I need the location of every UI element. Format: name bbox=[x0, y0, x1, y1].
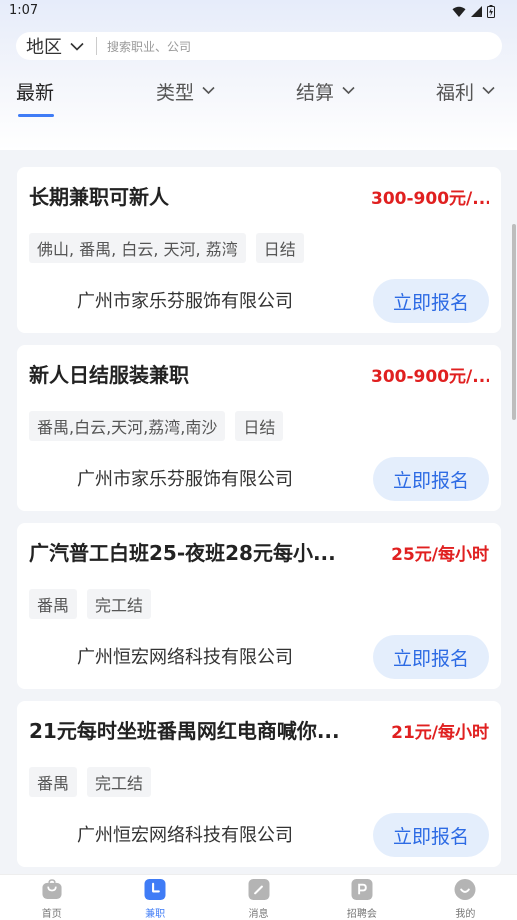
nav-profile-label: 我的 bbox=[455, 909, 476, 920]
chevron-down-icon bbox=[342, 86, 355, 95]
tab-type-label: 类型 bbox=[156, 82, 195, 104]
filter-tabs: 最新 类型 结算 福利 bbox=[0, 78, 517, 120]
wifi-icon bbox=[452, 6, 466, 17]
tab-type[interactable]: 类型 bbox=[156, 78, 215, 120]
company-name: 广州市家乐芬服饰有限公司 bbox=[77, 469, 293, 490]
message-edit-icon bbox=[248, 879, 270, 900]
job-salary: 300-900元/... bbox=[371, 367, 489, 387]
apply-button[interactable]: 立即报名 bbox=[373, 279, 489, 323]
scrollbar[interactable] bbox=[512, 224, 516, 420]
chevron-down-icon bbox=[482, 86, 495, 95]
job-card[interactable]: 广汽普工白班25-夜班28元每小... 25元/每小时 番禺 完工结 广州恒宏网… bbox=[17, 523, 501, 689]
region-label: 地区 bbox=[26, 37, 62, 58]
profile-smile-icon bbox=[454, 879, 476, 900]
status-icons bbox=[452, 5, 495, 18]
nav-part-time-label: 兼职 bbox=[145, 909, 166, 920]
job-tag-location: 佛山, 番禺, 白云, 天河, 荔湾 bbox=[29, 233, 246, 263]
job-title: 新人日结服装兼职 bbox=[29, 363, 189, 387]
search-input[interactable]: 搜索职业、公司 bbox=[107, 38, 191, 55]
nav-part-time[interactable]: 兼职 bbox=[103, 875, 206, 920]
job-tag-location: 番禺 bbox=[29, 767, 78, 797]
job-salary: 21元/每小时 bbox=[391, 723, 489, 743]
job-tag-location: 番禺 bbox=[29, 589, 78, 619]
job-title: 长期兼职可新人 bbox=[29, 185, 169, 209]
job-tag-settlement: 日结 bbox=[255, 233, 304, 263]
nav-messages[interactable]: 消息 bbox=[207, 875, 310, 920]
header-area: 1:07 地区 搜索职业、公司 最新 类型 结算 福利 bbox=[0, 0, 517, 150]
job-card[interactable]: 21元每时坐班番禺网红电商喊你... 21元/每小时 番禺 完工结 广州恒宏网络… bbox=[17, 701, 501, 867]
tab-welfare-label: 福利 bbox=[436, 82, 475, 104]
job-card[interactable]: 长期兼职可新人 300-900元/... 佛山, 番禺, 白云, 天河, 荔湾 … bbox=[17, 167, 501, 333]
nav-job-fair-label: 招聘会 bbox=[346, 909, 377, 920]
job-salary: 25元/每小时 bbox=[391, 545, 489, 565]
job-tags: 番禺 完工结 bbox=[29, 767, 152, 797]
clock-icon bbox=[144, 879, 166, 900]
nav-home[interactable]: 首页 bbox=[0, 875, 103, 920]
job-tags: 番禺 完工结 bbox=[29, 589, 152, 619]
bottom-nav: 首页 兼职 消息 招聘会 我的 bbox=[0, 874, 517, 920]
home-bag-icon bbox=[42, 879, 62, 900]
company-name: 广州恒宏网络科技有限公司 bbox=[77, 825, 293, 846]
job-salary: 300-900元/... bbox=[371, 189, 489, 209]
tab-latest[interactable]: 最新 bbox=[16, 78, 54, 120]
apply-button[interactable]: 立即报名 bbox=[373, 457, 489, 501]
chevron-down-icon bbox=[202, 86, 215, 95]
battery-icon bbox=[487, 5, 495, 18]
job-tag-settlement: 完工结 bbox=[87, 589, 152, 619]
nav-job-fair[interactable]: 招聘会 bbox=[310, 875, 413, 920]
tab-active-indicator bbox=[18, 114, 54, 117]
search-divider bbox=[96, 37, 97, 55]
job-tag-location: 番禺,白云,天河,荔湾,南沙 bbox=[29, 411, 226, 441]
job-tag-settlement: 完工结 bbox=[87, 767, 152, 797]
chevron-down-icon bbox=[70, 42, 84, 51]
tab-latest-label: 最新 bbox=[16, 82, 55, 104]
tab-settlement[interactable]: 结算 bbox=[296, 78, 355, 120]
search-bar[interactable]: 地区 搜索职业、公司 bbox=[16, 32, 502, 60]
job-card[interactable]: 新人日结服装兼职 300-900元/... 番禺,白云,天河,荔湾,南沙 日结 … bbox=[17, 345, 501, 511]
nav-home-label: 首页 bbox=[41, 909, 62, 920]
job-title: 广汽普工白班25-夜班28元每小... bbox=[29, 541, 336, 565]
signal-icon bbox=[471, 5, 482, 17]
status-bar: 1:07 bbox=[0, 0, 517, 24]
tab-welfare[interactable]: 福利 bbox=[436, 78, 495, 120]
job-title: 21元每时坐班番禺网红电商喊你... bbox=[29, 719, 340, 743]
job-tags: 佛山, 番禺, 白云, 天河, 荔湾 日结 bbox=[29, 233, 304, 263]
apply-button[interactable]: 立即报名 bbox=[373, 813, 489, 857]
company-name: 广州恒宏网络科技有限公司 bbox=[77, 647, 293, 668]
nav-messages-label: 消息 bbox=[248, 909, 269, 920]
apply-button[interactable]: 立即报名 bbox=[373, 635, 489, 679]
job-tags: 番禺,白云,天河,荔湾,南沙 日结 bbox=[29, 411, 284, 441]
job-tag-settlement: 日结 bbox=[235, 411, 284, 441]
company-name: 广州市家乐芬服饰有限公司 bbox=[77, 291, 293, 312]
status-time: 1:07 bbox=[9, 3, 39, 18]
job-fair-icon bbox=[351, 879, 373, 900]
nav-profile[interactable]: 我的 bbox=[414, 875, 517, 920]
region-selector[interactable]: 地区 bbox=[16, 32, 84, 60]
tab-settlement-label: 结算 bbox=[296, 82, 335, 104]
